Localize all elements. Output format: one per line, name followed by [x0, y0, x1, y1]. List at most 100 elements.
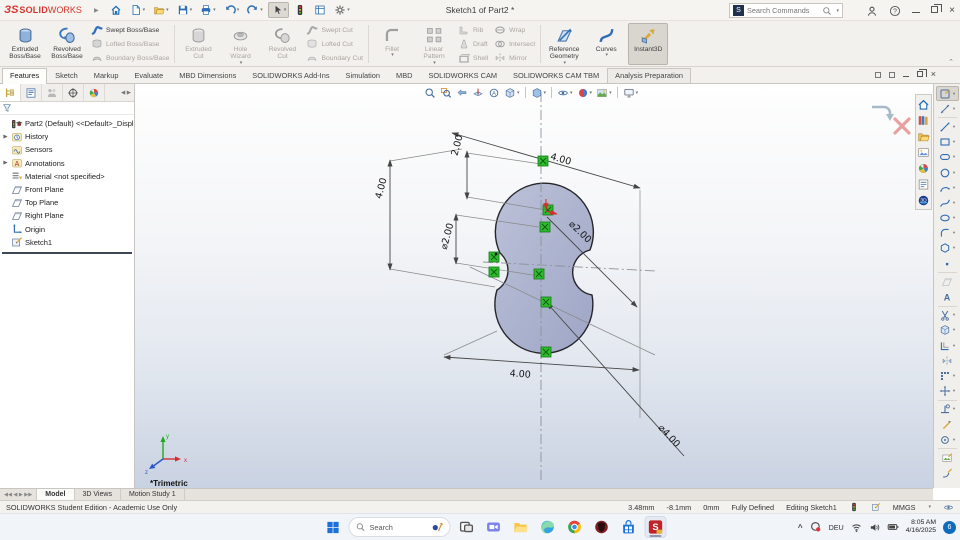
headsup-view-orientation-button[interactable]: ▾: [503, 86, 521, 100]
sketch-tool-line-button[interactable]: ▾: [936, 119, 959, 134]
dimension-text[interactable]: ⌀2.00: [439, 222, 457, 251]
command-search[interactable]: S ▾: [729, 3, 843, 18]
taskpane-custom-properties-button[interactable]: [917, 176, 930, 192]
taskbar-app-chat[interactable]: [483, 516, 505, 538]
sketch-relation-badge[interactable]: [488, 251, 500, 263]
ribbon-button-revolved-cut[interactable]: Revolved Cut: [262, 23, 302, 65]
taskbar-app-solidworks-app[interactable]: S: [644, 516, 667, 538]
tab-solidworks-add-ins[interactable]: SOLIDWORKS Add-Ins: [244, 68, 337, 83]
headsup-apply-scene-button[interactable]: ▾: [595, 86, 613, 100]
tree-item-material[interactable]: Material <not specified>: [0, 170, 134, 183]
sketch-tool-linear-sketch-pattern-button[interactable]: ▾: [936, 368, 959, 383]
tab-features[interactable]: Features: [2, 68, 48, 84]
clock[interactable]: 8:05 AM 4/16/2025: [906, 519, 936, 535]
doc-tab-motion-study-1[interactable]: Motion Study 1: [121, 489, 185, 500]
headsup-section-view-button[interactable]: [471, 86, 485, 100]
panel-tab-configurationmanager[interactable]: [42, 84, 63, 101]
doc-window-icon-2[interactable]: [888, 71, 895, 78]
sketch-tool-corner-rectangle-button[interactable]: ▾: [936, 135, 959, 150]
doc-window-icon[interactable]: [874, 71, 881, 78]
expander-icon[interactable]: ▶: [2, 160, 9, 166]
start-button[interactable]: [322, 516, 344, 538]
ribbon-button-linear-pattern[interactable]: Linear Pattern ▾: [414, 23, 454, 65]
sketch-relation-badge[interactable]: [540, 296, 552, 308]
panel-tab-arrows[interactable]: ◀ ▶: [105, 84, 134, 101]
sketch-tool-straight-slot-button[interactable]: ▾: [936, 150, 959, 165]
rollback-bar[interactable]: [2, 251, 132, 254]
help-icon[interactable]: ?: [889, 5, 901, 17]
search-dropdown-icon[interactable]: ▾: [836, 8, 839, 14]
dimension-text[interactable]: 2.00: [450, 134, 466, 157]
sketch-tool-display-relations-button[interactable]: ▾: [936, 402, 959, 417]
sketch-relation-badge[interactable]: [488, 266, 500, 278]
filter-icon[interactable]: [2, 103, 12, 113]
dimension-text[interactable]: 4.00: [374, 177, 390, 200]
sketch-tool-arc-button[interactable]: ▾: [936, 180, 959, 195]
ribbon-button-lofted-cut[interactable]: Lofted Cut: [304, 38, 365, 51]
print-button[interactable]: ▾: [197, 2, 219, 18]
sketch-tool-text-tool-button[interactable]: A: [936, 289, 959, 304]
tree-item-origin[interactable]: Origin: [0, 223, 134, 236]
status-units[interactable]: MMGS: [893, 503, 916, 512]
search-icon[interactable]: [822, 6, 832, 16]
headsup-display-style-button[interactable]: ▾: [530, 86, 548, 100]
sketch-point[interactable]: [494, 252, 498, 256]
sketch-tool-shaded-contours-button[interactable]: [936, 466, 959, 481]
taskpane-threedexperience-button[interactable]: 3D: [917, 192, 930, 208]
ribbon-button-extruded-cut[interactable]: Extruded Cut: [178, 23, 218, 65]
taskbar-app-edge[interactable]: [537, 516, 559, 538]
sketch-tool-point-button[interactable]: [936, 256, 959, 271]
taskbar-search[interactable]: Search: [348, 517, 451, 537]
ribbon-button-revolved-boss-base[interactable]: Revolved Boss/Base: [47, 23, 87, 65]
panel-tab-displaymanager[interactable]: [84, 84, 105, 101]
tree-item-sketch1[interactable]: Sketch1: [0, 236, 134, 249]
battery-icon[interactable]: [887, 521, 899, 533]
doc-tab-3d-views[interactable]: 3D Views: [75, 489, 121, 500]
tree-item-annotations[interactable]: ▶ A Annotations: [0, 157, 134, 170]
headsup-annotation-views-button[interactable]: A: [487, 86, 501, 100]
tray-overflow-icon[interactable]: ^: [798, 523, 803, 532]
taskpane-resources-home-button[interactable]: [917, 96, 930, 112]
maximize-button[interactable]: [931, 3, 942, 15]
sketch-relation-badge[interactable]: [540, 346, 552, 358]
keyboard-language[interactable]: DEU: [829, 523, 844, 532]
sketch-relation-badge[interactable]: [539, 221, 551, 233]
taskbar-app-brave[interactable]: [591, 516, 613, 538]
dimension-text[interactable]: ⌀4.00: [656, 423, 682, 450]
tab-markup[interactable]: Markup: [86, 68, 127, 83]
dimension-text[interactable]: 4.00: [549, 151, 572, 167]
ribbon-button-wrap[interactable]: Wrap: [492, 24, 537, 37]
wifi-icon[interactable]: [851, 522, 862, 533]
ribbon-button-curves[interactable]: Curves ▾: [586, 23, 626, 65]
graphics-area[interactable]: 2.00 4.00 ⌀2.00 4.00 ⌀2.00 4.00 ⌀4.00 x …: [135, 84, 933, 488]
command-search-input[interactable]: [747, 6, 820, 15]
home-button[interactable]: [107, 2, 125, 18]
headsup-zoom-fit-button[interactable]: [423, 86, 437, 100]
taskpane-view-palette-button[interactable]: [917, 144, 930, 160]
open-button[interactable]: ▾: [150, 2, 172, 18]
tab-solidworks-cam-tbm[interactable]: SOLIDWORKS CAM TBM: [505, 68, 607, 83]
headsup-hide-show-items-button[interactable]: ▾: [556, 86, 574, 100]
status-eye-icon[interactable]: [943, 502, 954, 513]
ribbon-button-lofted-boss-base[interactable]: Lofted Boss/Base: [89, 38, 171, 51]
taskpane-design-library-button[interactable]: [917, 112, 930, 128]
sketch-tool-repair-sketch-button[interactable]: [936, 417, 959, 432]
units-dropdown-icon[interactable]: ▾: [928, 504, 931, 510]
redo-button[interactable]: ▾: [244, 2, 266, 18]
panel-tab-propertymanager[interactable]: [21, 84, 42, 101]
tree-item-sensors[interactable]: Sensors: [0, 143, 134, 156]
dimension-text[interactable]: 4.00: [509, 368, 531, 380]
ribbon-button-boundary-boss-base[interactable]: Boundary Boss/Base: [89, 52, 171, 65]
cancel-sketch-icon[interactable]: [893, 117, 911, 135]
headsup-view-settings-button[interactable]: ▾: [622, 86, 640, 100]
tab-sketch[interactable]: Sketch: [47, 68, 86, 83]
ribbon-button-mirror[interactable]: Mirror: [492, 52, 537, 65]
ribbon-button-extruded-boss-base[interactable]: Extruded Boss/Base: [5, 23, 45, 65]
sketch-tool-smart-dimension-button[interactable]: ▾: [936, 101, 959, 116]
tree-item-right[interactable]: Right Plane: [0, 209, 134, 222]
rebuild-button[interactable]: [291, 2, 309, 18]
panel-tab-featuremanager[interactable]: [0, 84, 21, 101]
undo-button[interactable]: ▾: [221, 2, 243, 18]
sketch-canvas[interactable]: 2.00 4.00 ⌀2.00 4.00 ⌀2.00 4.00 ⌀4.00 x …: [135, 84, 933, 488]
tree-item-history[interactable]: ▶ History: [0, 130, 134, 143]
